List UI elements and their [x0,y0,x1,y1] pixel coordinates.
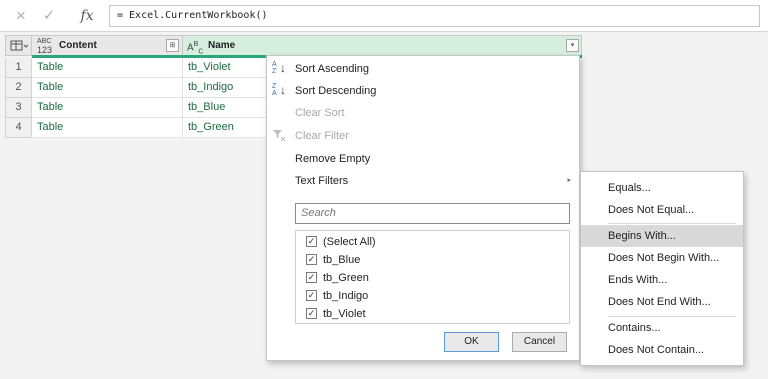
column-filter-button[interactable]: ⊞ [166,39,179,52]
formula-bar: × ✓ fx = Excel.CurrentWorkbook() [0,0,768,32]
column-filter-menu: A Z ↓ Sort Ascending Z A ↓ Sort Descending C… [266,55,580,361]
table-cell[interactable]: tb_Violet [183,58,271,78]
filter-icon: ⊞ [169,42,176,49]
table-menu-button[interactable] [5,35,32,56]
checkbox[interactable]: ✓ [306,290,317,301]
menu-divider [608,223,736,224]
table-cell[interactable]: Table [32,118,183,138]
column-header-content[interactable]: ABC 123 Content ⊞ [32,35,183,56]
row-number[interactable]: 4 [5,118,32,138]
clear-filter-item[interactable]: Clear Filter [295,126,349,146]
submenu-item-contains[interactable]: Contains... [581,317,743,339]
submenu-item-begins-with[interactable]: Begins With... [581,225,743,247]
row-number[interactable]: 3 [5,98,32,118]
table-cell[interactable]: tb_Indigo [183,78,271,98]
checkbox[interactable]: ✓ [306,236,317,247]
checkbox[interactable]: ✓ [306,272,317,283]
submenu-item-does-not-begin-with[interactable]: Does Not Begin With... [581,247,743,269]
value-list: ✓ (Select All) ✓ tb_Blue ✓ tb_Green ✓ tb… [295,230,570,324]
sort-descending-icon: Z A ↓ [272,83,286,97]
checkbox[interactable]: ✓ [306,254,317,265]
text-filters-item[interactable]: Text Filters [295,171,571,191]
column-header-name[interactable]: ABC Name ▾ [183,35,582,56]
submenu-item-does-not-contain[interactable]: Does Not Contain... [581,339,743,361]
column-filter-button[interactable]: ▾ [566,39,579,52]
clear-filter-icon [272,128,288,148]
cancel-button[interactable]: Cancel [512,332,567,352]
fx-icon[interactable]: fx [76,5,98,27]
formula-input[interactable]: = Excel.CurrentWorkbook() [109,5,760,27]
submenu-item-does-not-end-with[interactable]: Does Not End With... [581,291,743,313]
text-filters-submenu: Equals... Does Not Equal... Begins With.… [580,171,744,366]
table-menu-icon [10,40,29,51]
table-cell[interactable]: Table [32,98,183,118]
column-header-label: Name [208,40,236,51]
checkbox[interactable]: ✓ [306,308,317,319]
sort-ascending-item[interactable]: Sort Ascending [295,59,369,79]
confirm-formula-icon[interactable]: ✓ [38,5,60,27]
ok-button[interactable]: OK [444,332,499,352]
cancel-formula-icon[interactable]: × [10,5,32,27]
table-cell[interactable]: tb_Green [183,118,271,138]
search-input[interactable]: Search [295,203,570,224]
remove-empty-item[interactable]: Remove Empty [295,149,370,169]
submenu-arrow-icon: ▸ [567,177,571,184]
chevron-down-icon: ▾ [570,42,575,49]
row-number[interactable]: 1 [5,58,32,78]
submenu-item-ends-with[interactable]: Ends With... [581,269,743,291]
row-number[interactable]: 2 [5,78,32,98]
any-type-icon[interactable]: ABC 123 [37,38,52,55]
text-filters-label: Text Filters [295,175,349,187]
table-cell[interactable]: Table [32,58,183,78]
sort-descending-item[interactable]: Sort Descending [295,81,376,101]
submenu-item-does-not-equal[interactable]: Does Not Equal... [581,199,743,221]
column-header-label: Content [59,40,97,51]
sort-ascending-icon: A Z ↓ [272,61,286,75]
clear-sort-item[interactable]: Clear Sort [295,103,345,123]
table-cell[interactable]: Table [32,78,183,98]
table-cell[interactable]: tb_Blue [183,98,271,118]
submenu-item-equals[interactable]: Equals... [581,177,743,199]
